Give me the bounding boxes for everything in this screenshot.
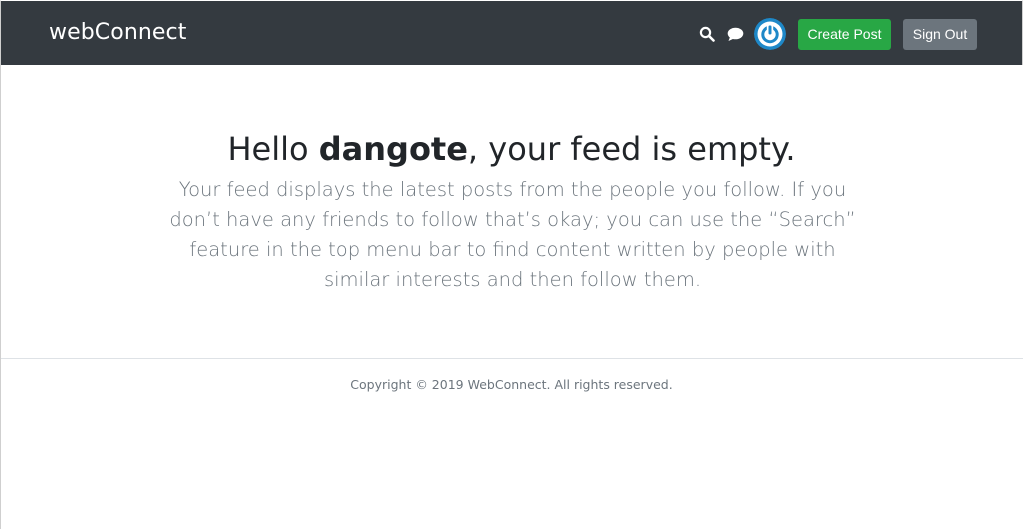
feed-empty-description: Your feed displays the latest posts from…: [169, 178, 856, 291]
username: dangote: [318, 130, 468, 168]
brand-link[interactable]: webConnect: [49, 18, 186, 48]
copyright-text: Copyright © 2019 WebConnect. All rights …: [350, 377, 673, 392]
nav-actions: Create Post Sign Out: [698, 18, 977, 50]
feed-empty-heading: Hello dangote, your feed is empty.: [0, 129, 1023, 169]
sign-out-button[interactable]: Sign Out: [903, 18, 977, 50]
footer-divider: [1, 358, 1023, 359]
page: webConnect Create Post Sign Out Hello da…: [0, 0, 1023, 529]
create-post-button[interactable]: Create Post: [798, 18, 891, 50]
top-navbar: webConnect Create Post Sign Out: [0, 0, 1023, 65]
search-icon[interactable]: [698, 25, 716, 43]
power-avatar-icon: [754, 18, 786, 50]
footer: Copyright © 2019 WebConnect. All rights …: [0, 376, 1023, 394]
greeting-prefix: Hello: [227, 130, 319, 168]
chat-icon[interactable]: [726, 25, 744, 43]
greeting-suffix: , your feed is empty.: [467, 130, 796, 168]
avatar[interactable]: [754, 18, 786, 50]
